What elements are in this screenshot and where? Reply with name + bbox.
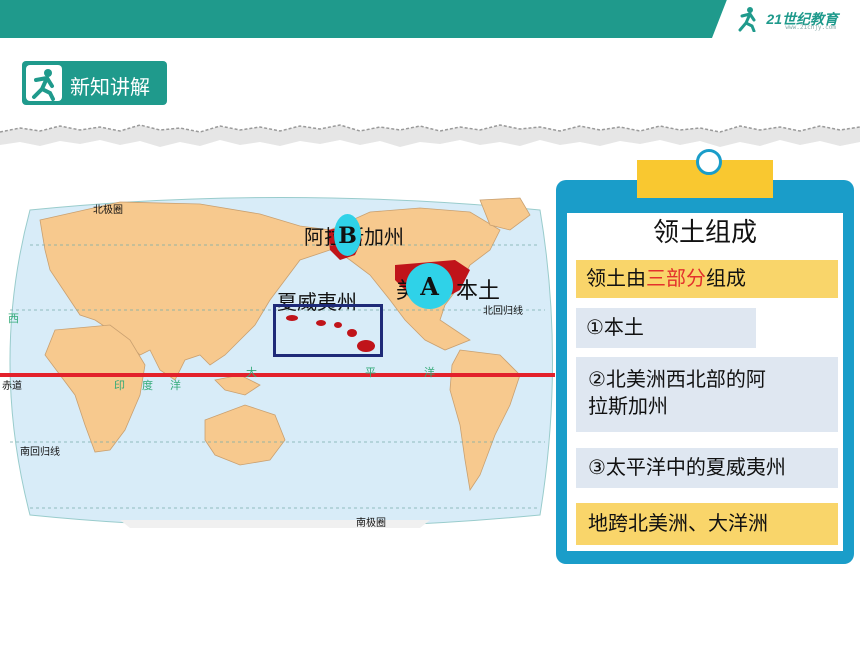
row-mainland: ①本土 [576, 308, 756, 348]
label-pacific-3: 洋 [424, 366, 435, 379]
marker-a: A [406, 263, 453, 309]
row-composition-pre: 领土由 [586, 266, 646, 290]
label-indian-1: 印 [114, 379, 125, 392]
clipboard-ring-icon [696, 149, 722, 175]
label-indian-3: 洋 [170, 379, 181, 392]
label-south-polar: 南极圈 [356, 518, 386, 529]
label-indian-2: 度 [142, 379, 153, 392]
runner-logo-icon [738, 7, 756, 32]
brand-url: www.21cnjy.com [785, 24, 836, 31]
runner-icon [26, 65, 62, 101]
label-pacific-2: 平 [365, 366, 376, 379]
label-mainland-post: 本土 [456, 279, 501, 304]
torn-paper-divider [0, 124, 860, 147]
row-composition: 领土由三部分组成 [576, 260, 838, 298]
world-map [0, 197, 555, 528]
brand-logo: 21世纪教育 www.21cnjy.com [712, 0, 860, 38]
row-alaska-line1: ②北美洲西北部的阿 [588, 367, 766, 391]
label-tropic-south: 南回归线 [20, 447, 60, 458]
label-equator: 赤道 [2, 381, 22, 392]
row-hawaii: ③太平洋中的夏威夷州 [576, 448, 838, 488]
hawaii-highlight-box [273, 304, 383, 357]
section-label: 新知讲解 [70, 75, 150, 99]
row-composition-post: 组成 [706, 266, 746, 290]
panel-title: 领土组成 [652, 218, 757, 248]
row-alaska: ②北美洲西北部的阿 拉斯加州 [576, 357, 838, 432]
label-pacific-1: 大 [246, 366, 257, 379]
row-continents: 地跨北美洲、大洋洲 [576, 503, 838, 545]
label-north-polar: 北极圈 [93, 205, 123, 216]
row-composition-highlight: 三部分 [646, 266, 706, 290]
row-alaska-line2: 拉斯加州 [588, 394, 668, 418]
label-west: 西 [8, 312, 19, 325]
marker-b: B [334, 214, 361, 256]
section-tag: 新知讲解 [22, 61, 167, 105]
